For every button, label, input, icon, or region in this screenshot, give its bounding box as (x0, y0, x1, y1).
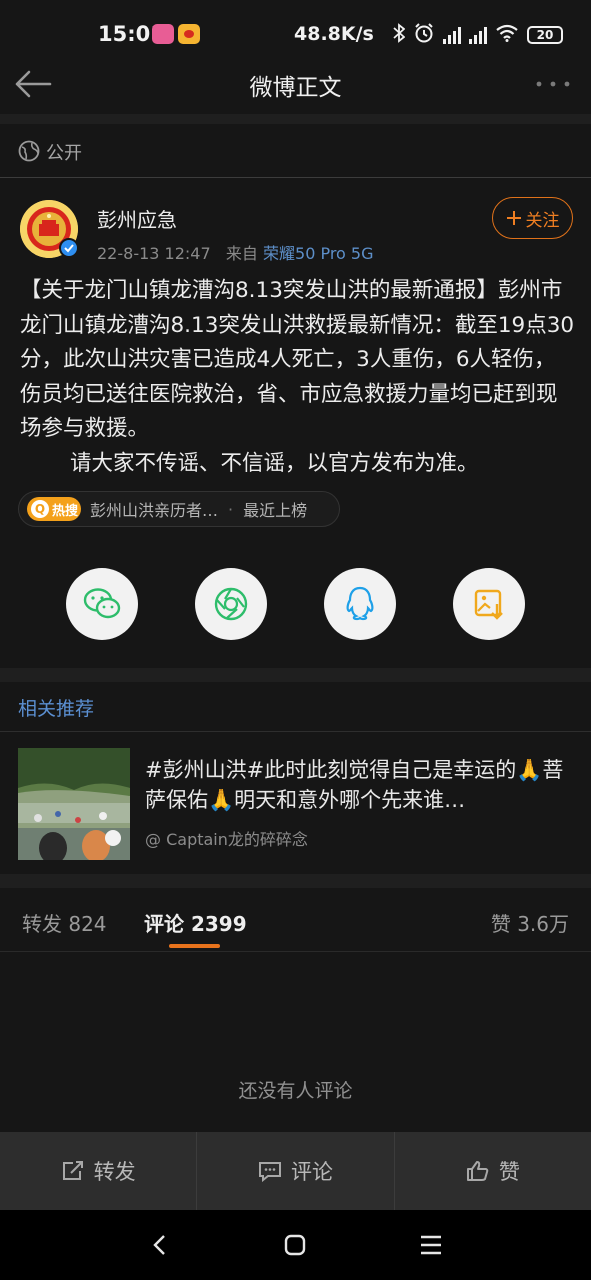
page-title: 微博正文 (249, 75, 342, 101)
post-meta: 22-8-13 12:47 来自 荣耀50 Pro 5G (97, 240, 374, 264)
comment-button[interactable]: 评论 (197, 1132, 395, 1210)
related-header-label: 相关推荐 (18, 698, 95, 720)
post-date: 22-8-13 12:47 (97, 244, 211, 263)
wechat-icon (83, 588, 121, 619)
like-button-label: 赞 (498, 1160, 520, 1184)
post-body: 【关于龙门山镇龙漕沟8.13突发山洪的最新通报】彭州市龙门山镇龙漕沟8.13突发… (20, 274, 576, 481)
hot-search-badge: Q 热搜 (27, 497, 81, 521)
chevron-left-icon (153, 1235, 165, 1255)
related-item[interactable]: #彭州山洪#此时此刻觉得自己是幸运的🙏菩萨保佑🙏明天和意外哪个先来谁… @ Ca… (0, 733, 591, 873)
pinduoduo-app-icon (152, 24, 174, 44)
hot-search-tag[interactable]: Q 热搜 彭州山洪亲历者… · 最近上榜 (18, 491, 340, 527)
active-tab-indicator (169, 944, 220, 948)
tab-reposts[interactable]: 转发 824 (22, 908, 107, 937)
visibility-row: 公开 (0, 124, 591, 178)
divider (0, 874, 591, 888)
tab-comments[interactable]: 评论 2399 (144, 908, 247, 937)
weibo-app-icon (178, 24, 200, 44)
follow-label: 关注 (525, 210, 560, 231)
post-paragraph: 请大家不传谣、不信谣，以官方发布为准。 (70, 450, 479, 476)
action-bar: 转发 评论 赞 (0, 1132, 591, 1210)
verified-badge-icon (59, 238, 79, 258)
moments-icon (214, 587, 248, 621)
like-button[interactable]: 赞 (395, 1132, 591, 1210)
like-label: 赞 (490, 912, 511, 936)
empty-comments: 还没有人评论 (238, 1080, 353, 1102)
related-title: #彭州山洪#此时此刻觉得自己是幸运的🙏菩萨保佑🙏明天和意外哪个先来谁… (145, 758, 564, 812)
source-prefix: 来自 (225, 244, 258, 263)
stats-tabs: 转发 824 评论 2399 赞 3.6万 (0, 888, 591, 952)
signal-icon (443, 26, 461, 44)
nav-bar: 微博正文 (0, 58, 591, 114)
home-square-icon (284, 1234, 306, 1256)
tab-likes[interactable]: 赞 3.6万 (491, 908, 569, 937)
system-home-button[interactable] (280, 1230, 310, 1260)
author-name[interactable]: 彭州应急 (97, 204, 177, 233)
repost-count: 824 (68, 912, 107, 936)
thumbs-up-icon (466, 1161, 489, 1181)
related-thumbnail (18, 748, 130, 860)
repost-button-label: 转发 (93, 1160, 136, 1184)
share-moments-button[interactable] (195, 568, 267, 640)
hot-tag-separator: · (228, 499, 234, 519)
bluetooth-icon (393, 23, 406, 47)
save-image-icon (474, 589, 503, 620)
visibility-label: 公开 (46, 143, 82, 164)
status-bar: 15:01 48.8K/s 20 (0, 0, 591, 66)
search-icon: Q (31, 500, 49, 518)
related-header: 相关推荐 (0, 682, 591, 732)
post-paragraph: 【关于龙门山镇龙漕沟8.13突发山洪的最新通报】彭州市龙门山镇龙漕沟8.13突发… (20, 278, 575, 441)
system-menu-button[interactable] (416, 1230, 446, 1260)
battery-icon: 20 (527, 26, 563, 44)
more-dots-icon (536, 81, 570, 87)
share-icon (62, 1161, 83, 1180)
hot-tag-text: 彭州山洪亲历者… (90, 501, 219, 520)
divider (0, 114, 591, 124)
related-author: @ Captain龙的碎碎念 (145, 830, 308, 849)
globe-icon (18, 140, 40, 162)
comment-button-label: 评论 (290, 1160, 333, 1184)
status-icons: 20 (393, 22, 563, 48)
save-image-button[interactable] (453, 568, 525, 640)
more-button[interactable] (533, 72, 573, 96)
signal-icon (469, 26, 487, 44)
hot-badge-label: 热搜 (52, 503, 79, 519)
repost-button[interactable]: 转发 (0, 1132, 198, 1210)
plus-icon (506, 211, 521, 225)
menu-icon (421, 1235, 441, 1255)
repost-label: 转发 (22, 912, 62, 936)
network-speed: 48.8K/s (294, 23, 374, 45)
divider (0, 668, 591, 682)
comment-count: 2399 (190, 912, 247, 936)
comment-label: 评论 (144, 912, 184, 936)
system-back-button[interactable] (145, 1230, 175, 1260)
post-device[interactable]: 荣耀50 Pro 5G (263, 244, 374, 263)
system-nav-bar (0, 1210, 591, 1280)
share-qq-button[interactable] (324, 568, 396, 640)
like-count: 3.6万 (517, 912, 569, 936)
hot-tag-status: 最近上榜 (243, 501, 308, 520)
wifi-icon (495, 24, 519, 46)
comment-icon (258, 1162, 281, 1182)
follow-button[interactable]: 关注 (492, 197, 573, 239)
qq-icon (346, 586, 374, 621)
share-wechat-button[interactable] (66, 568, 138, 640)
alarm-icon (413, 22, 435, 48)
